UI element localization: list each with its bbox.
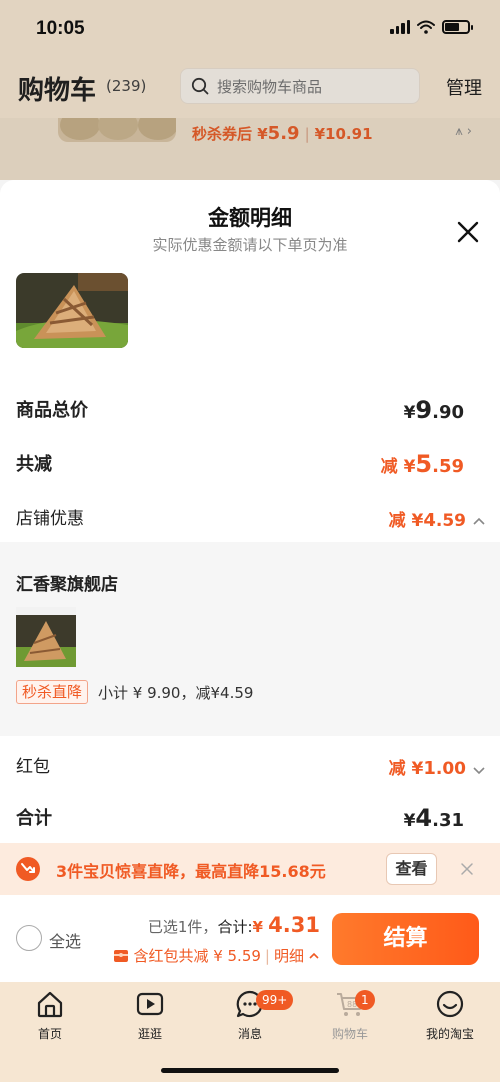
product-image [16,273,128,348]
overlay-dim [0,0,500,180]
chevron-up-icon [473,517,485,525]
tab-browse[interactable]: 逛逛 [100,988,200,1042]
red-packet-value: 减 ¥1.00 [389,754,486,779]
tab-home[interactable]: 首页 [0,988,100,1042]
checkout-bar: 全选 已选1件，合计:¥ 4.31 含红包共减 ¥ 5.59 | 明细 结算 [0,895,500,982]
sheet-title: 金额明细 [208,206,292,230]
store-subtotal: 小计 ¥ 9.90，减¥4.59 [98,684,254,702]
checkout-summary: 已选1件，合计:¥ 4.31 [147,913,320,937]
select-all-label[interactable]: 全选 [49,928,81,952]
chevron-down-icon [473,766,485,774]
home-icon [37,991,63,1018]
home-indicator [161,1068,339,1073]
discount-label: 共减 [16,454,52,475]
total-price-label: 商品总价 [16,400,88,421]
message-badge: 99+ [256,990,294,1010]
seckill-tag: 秒杀直降 [16,680,89,704]
view-button[interactable]: 查看 [386,853,437,885]
tab-my-taobao[interactable]: 我的淘宝 [400,988,500,1042]
profile-smile-icon [436,990,464,1018]
bottom-tab-bar: 首页 逛逛 消息 99+ 88 购物车 1 我的淘宝 [0,982,500,1082]
red-packet-label: 红包 [16,757,50,777]
price-drop-banner[interactable]: 3件宝贝惊喜直降，最高直降15.68元 查看 [0,843,500,895]
sheet-subtitle: 实际优惠金额请以下单页为准 [152,236,348,254]
checkout-button[interactable]: 结算 [332,913,479,965]
tab-messages[interactable]: 消息 99+ [200,988,300,1042]
store-product-thumbnail [16,607,76,667]
discount-value: 减 ¥5.59 [380,450,464,478]
store-discount-label: 店铺优惠 [16,509,84,529]
store-detail-panel: 汇香聚旗舰店 秒杀直降 小计 ¥ 9.90，减¥4.59 [0,542,500,736]
banner-text: 3件宝贝惊喜直降，最高直降15.68元 [56,862,326,881]
close-icon[interactable] [460,862,474,876]
price-drop-icon [16,857,40,881]
total-price-value: ¥9.90 [403,396,464,424]
cart-badge: 1 [355,990,375,1010]
sum-value: ¥4.31 [403,804,464,832]
store-discount-value: 减 ¥4.59 [389,506,486,531]
store-name: 汇香聚旗舰店 [16,575,118,595]
close-icon[interactable] [455,219,481,245]
play-icon [136,992,164,1016]
red-packet-icon [114,949,129,962]
sum-label: 合计 [16,808,52,829]
select-all-checkbox[interactable] [16,925,42,951]
tab-cart[interactable]: 88 购物车 1 [300,988,400,1042]
discount-detail-link[interactable]: 含红包共减 ¥ 5.59 | 明细 [113,945,320,966]
amount-detail-sheet: 金额明细 实际优惠金额请以下单页为准 商品总价 ¥9.90 共减 减 ¥5.59… [0,180,500,982]
chevron-up-icon [309,952,319,959]
